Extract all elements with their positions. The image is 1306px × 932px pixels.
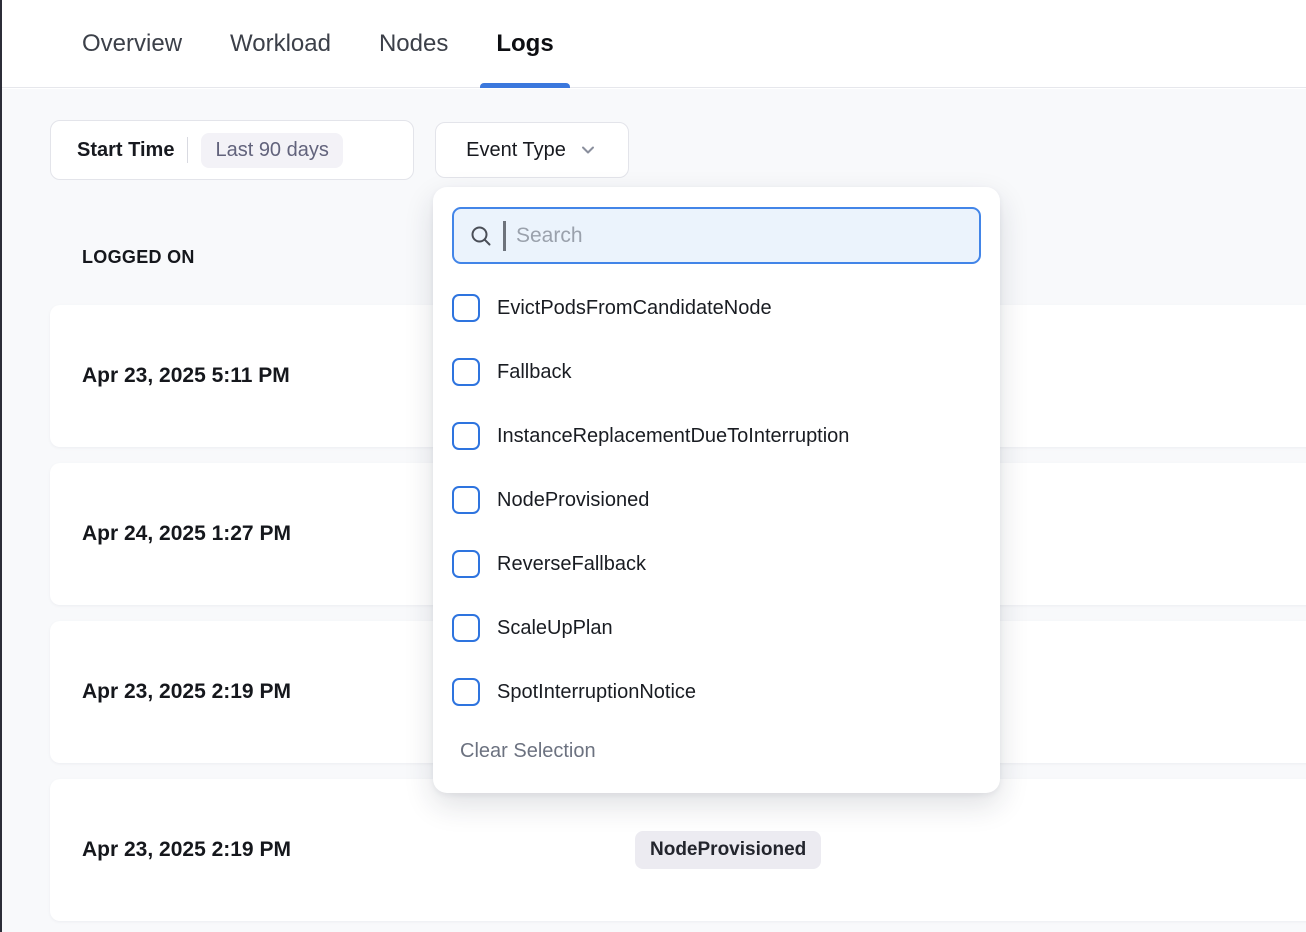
logged-on-value: Apr 23, 2025 2:19 PM — [82, 838, 291, 862]
table-row[interactable]: Apr 23, 2025 2:19 PM NodeProvisioned — [50, 779, 1306, 921]
option-instancereplacementduetointerruption[interactable]: InstanceReplacementDueToInterruption — [433, 404, 1000, 468]
search-input[interactable] — [516, 224, 964, 248]
event-type-filter-button[interactable]: Event Type — [435, 122, 629, 178]
tab-workload[interactable]: Workload — [214, 0, 347, 87]
checkbox-icon[interactable] — [452, 678, 480, 706]
option-label: InstanceReplacementDueToInterruption — [497, 425, 849, 448]
start-time-filter-button[interactable]: Start Time Last 90 days — [50, 120, 414, 180]
option-label: SpotInterruptionNotice — [497, 681, 696, 704]
tab-logs[interactable]: Logs — [480, 0, 569, 87]
option-reversefallback[interactable]: ReverseFallback — [433, 532, 1000, 596]
tab-overview-label: Overview — [82, 30, 182, 58]
tab-workload-label: Workload — [230, 30, 331, 58]
tab-overview[interactable]: Overview — [66, 0, 198, 87]
clear-selection-button[interactable]: Clear Selection — [452, 732, 604, 771]
option-evictpodsfromcandidatenode[interactable]: EvictPodsFromCandidateNode — [433, 276, 1000, 340]
checkbox-icon[interactable] — [452, 486, 480, 514]
event-type-dropdown: EvictPodsFromCandidateNode Fallback Inst… — [433, 187, 1000, 793]
option-spotinterruptionnotice[interactable]: SpotInterruptionNotice — [433, 660, 1000, 724]
chevron-down-icon — [578, 140, 598, 160]
text-cursor — [503, 221, 506, 251]
start-time-filter-label: Start Time — [77, 139, 174, 162]
option-label: ScaleUpPlan — [497, 617, 613, 640]
checkbox-icon[interactable] — [452, 422, 480, 450]
option-fallback[interactable]: Fallback — [433, 340, 1000, 404]
logs-content: Start Time Last 90 days Event Type LOGGE… — [0, 89, 1306, 932]
tab-logs-label: Logs — [496, 30, 553, 58]
option-label: ReverseFallback — [497, 553, 646, 576]
start-time-filter-value: Last 90 days — [201, 133, 342, 168]
checkbox-icon[interactable] — [452, 550, 480, 578]
logged-on-value: Apr 23, 2025 5:11 PM — [82, 364, 290, 388]
checkbox-icon[interactable] — [452, 358, 480, 386]
checkbox-icon[interactable] — [452, 294, 480, 322]
tab-nodes-label: Nodes — [379, 30, 448, 58]
column-header-logged-on: LOGGED ON — [82, 247, 195, 268]
tab-bar: Overview Workload Nodes Logs — [0, 0, 1306, 88]
logs-page: Overview Workload Nodes Logs Start Time … — [0, 0, 1306, 932]
logged-on-value: Apr 23, 2025 2:19 PM — [82, 680, 291, 704]
option-scaleupplan[interactable]: ScaleUpPlan — [433, 596, 1000, 660]
option-label: Fallback — [497, 361, 571, 384]
option-label: EvictPodsFromCandidateNode — [497, 297, 772, 320]
event-type-badge: NodeProvisioned — [635, 831, 821, 869]
magnifier-icon — [469, 224, 493, 248]
logged-on-value: Apr 24, 2025 1:27 PM — [82, 522, 291, 546]
option-label: NodeProvisioned — [497, 489, 649, 512]
tab-nodes[interactable]: Nodes — [363, 0, 464, 87]
dropdown-search-field[interactable] — [452, 207, 981, 264]
filter-divider — [187, 137, 188, 163]
option-nodeprovisioned[interactable]: NodeProvisioned — [433, 468, 1000, 532]
event-type-filter-label: Event Type — [466, 139, 566, 162]
checkbox-icon[interactable] — [452, 614, 480, 642]
left-edge-divider — [0, 0, 2, 932]
active-tab-indicator — [480, 83, 569, 88]
